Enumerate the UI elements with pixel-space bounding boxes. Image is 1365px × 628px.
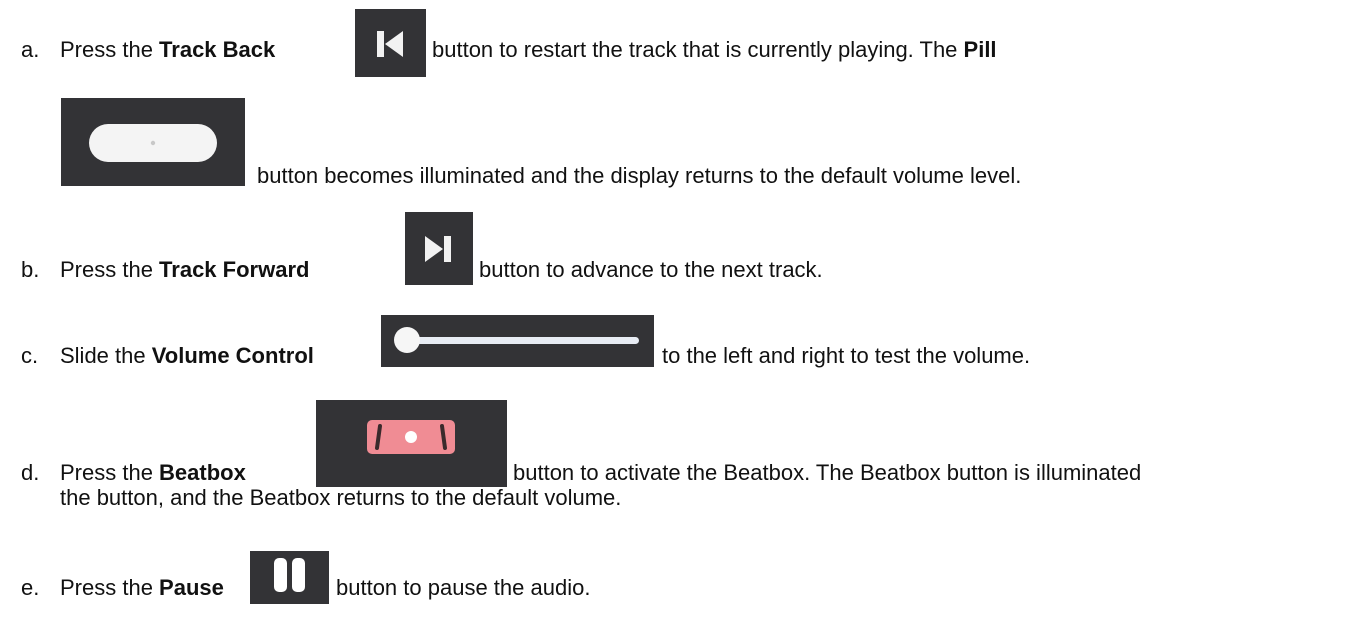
step-text: Press the Beatbox xyxy=(60,460,246,485)
track-forward-icon xyxy=(405,212,473,285)
pause-icon xyxy=(250,551,329,604)
track-forward-label: Track Forward xyxy=(159,257,310,282)
track-back-icon xyxy=(355,9,426,77)
beatbox-label: Beatbox xyxy=(159,460,246,485)
step-text: Slide the Volume Control xyxy=(60,343,314,368)
beatbox-icon xyxy=(316,400,507,487)
step-text-cont: button to activate the Beatbox. The Beat… xyxy=(513,460,1142,485)
step-text-cont: button to advance to the next track. xyxy=(479,257,823,282)
step-marker: b. xyxy=(21,257,40,282)
step-marker: e. xyxy=(21,575,40,600)
pause-label: Pause xyxy=(159,575,224,600)
step-marker: d. xyxy=(21,460,40,485)
step-text-cont: to the left and right to test the volume… xyxy=(662,343,1031,368)
step-marker: c. xyxy=(21,343,39,368)
step-text-cont: button to restart the track that is curr… xyxy=(432,37,997,62)
step-text-cont: button to pause the audio. xyxy=(336,575,591,600)
step-text: Press the Pause xyxy=(60,575,224,600)
step-text-line2: the button, and the Beatbox returns to t… xyxy=(60,485,622,510)
volume-slider-icon xyxy=(381,315,654,367)
volume-control-label: Volume Control xyxy=(151,343,314,368)
step-text: Press the Track Back xyxy=(60,37,276,62)
pill-icon xyxy=(61,98,245,186)
pill-label: Pill xyxy=(963,37,997,62)
step-text: Press the Track Forward xyxy=(60,257,310,282)
step-text-line2: button becomes illuminated and the displ… xyxy=(257,163,1022,188)
track-back-label: Track Back xyxy=(159,37,276,62)
step-marker: a. xyxy=(21,37,40,62)
